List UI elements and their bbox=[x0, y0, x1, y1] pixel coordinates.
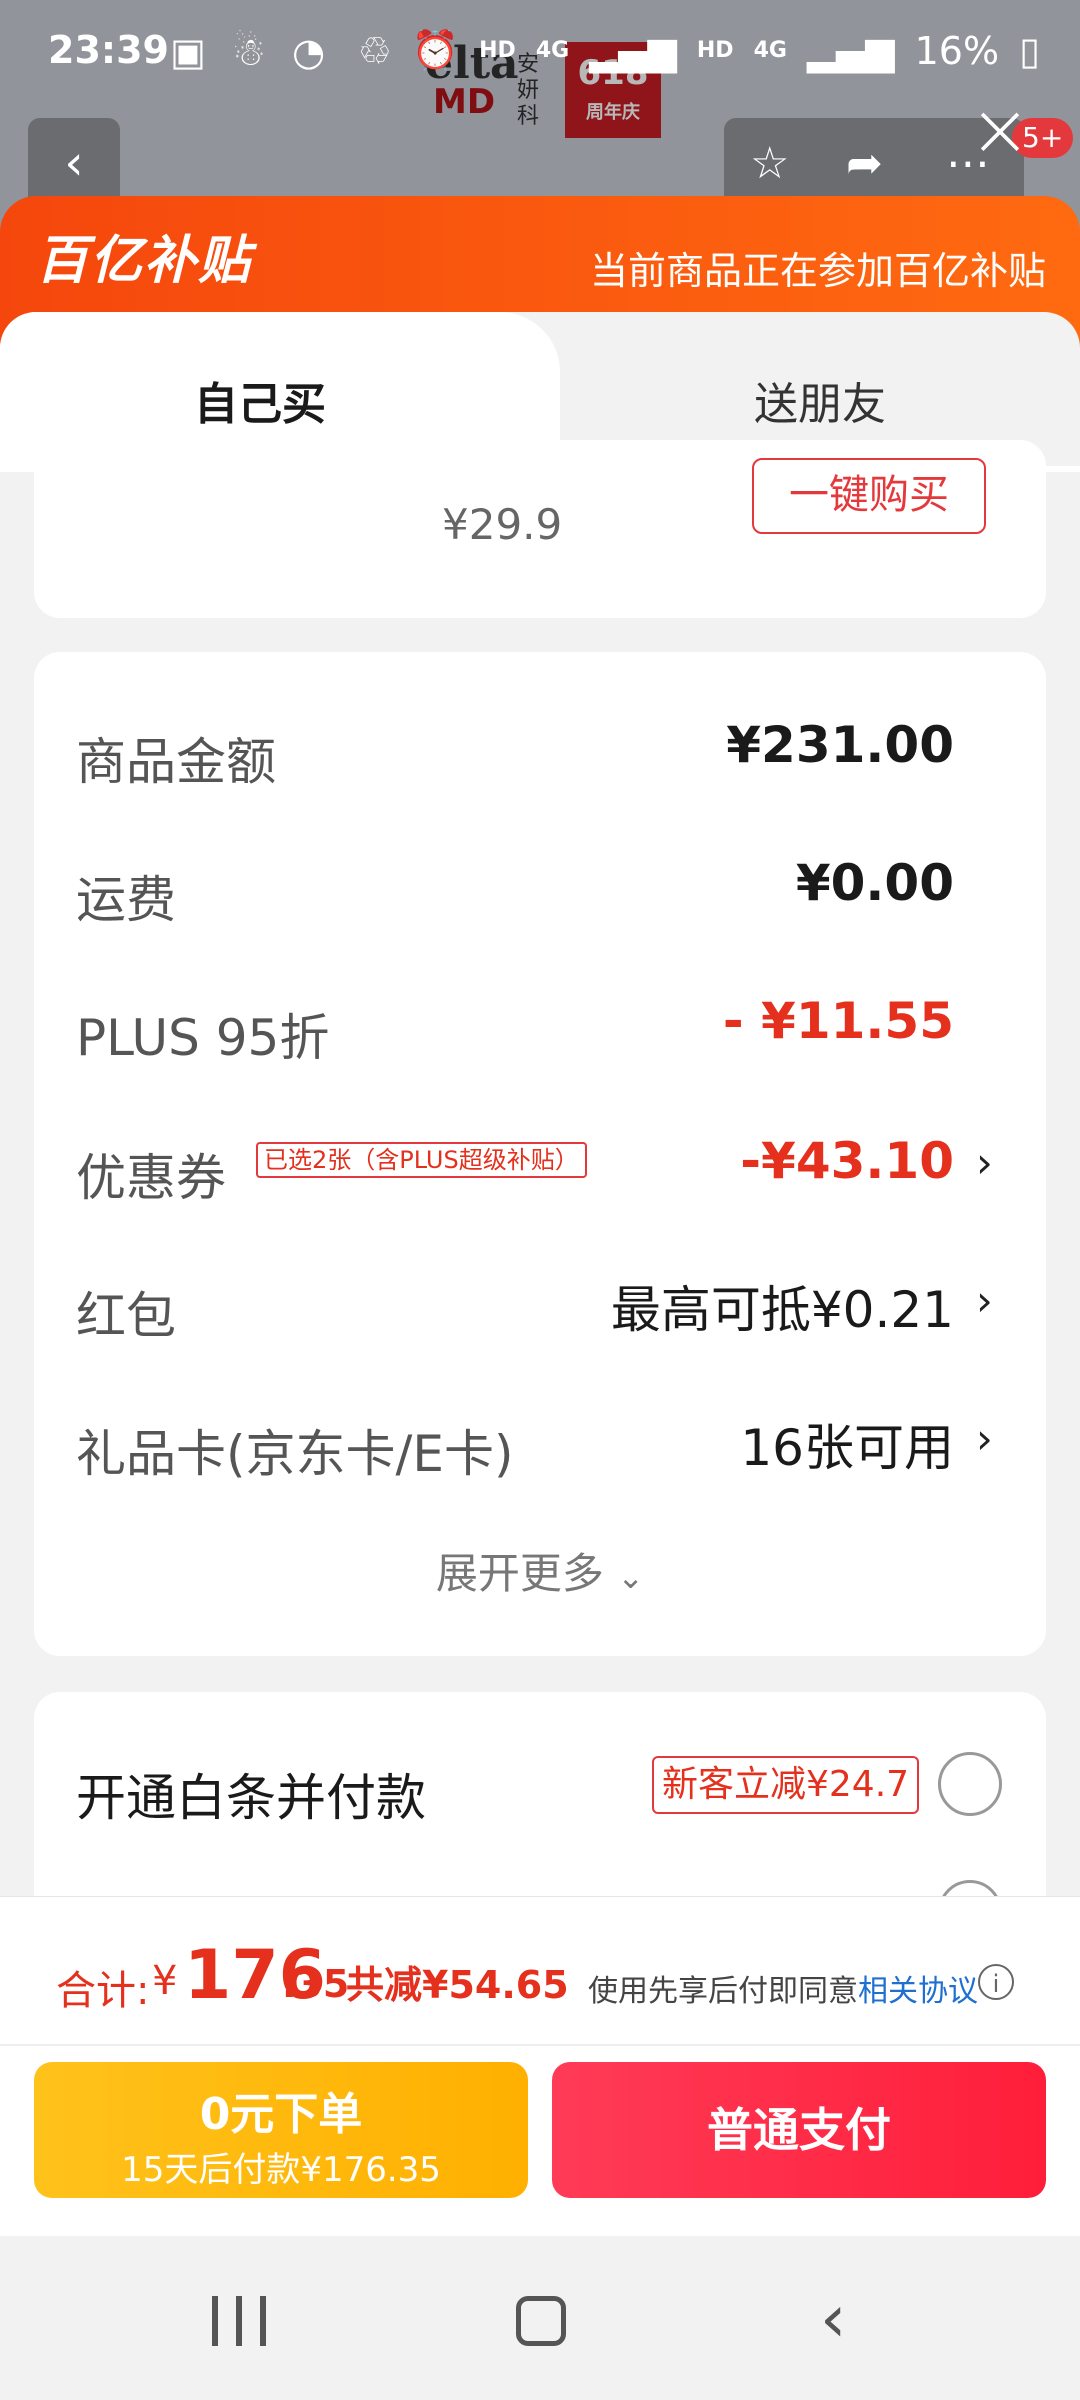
one-click-buy-button[interactable]: 一键购买 bbox=[752, 458, 986, 534]
baitiao-radio[interactable] bbox=[938, 1752, 1002, 1816]
goods-amount-label: 商品金额 bbox=[76, 733, 276, 791]
plus-discount-value: - ¥11.55 bbox=[722, 992, 954, 1050]
status-time: 23:39 bbox=[48, 28, 169, 72]
coupon-value[interactable]: -¥43.10 bbox=[740, 1132, 954, 1190]
agreement-prefix: 使用先享后付即同意 bbox=[588, 1974, 858, 2009]
agreement-link[interactable]: 相关协议 bbox=[858, 1974, 978, 2009]
system-back-icon[interactable]: ‹ bbox=[820, 2280, 846, 2357]
battery-saver-icon: ♲ bbox=[357, 28, 392, 73]
network-hd-1: HD bbox=[479, 38, 516, 63]
status-bar: 23:39 ▣ ☃ ◔ ♲ ⏰ HD 4G ▂▄▆ HD 4G ▂▄▆ 16% … bbox=[0, 0, 1080, 100]
expand-more-button[interactable]: 展开更多 ⌄ bbox=[0, 1540, 1080, 1601]
network-4g-2: 4G bbox=[753, 38, 787, 63]
red-packet-chevron-icon[interactable]: › bbox=[976, 1276, 993, 1325]
pay-later-button[interactable]: 0元下单 15天后付款¥176.35 bbox=[34, 2062, 528, 2198]
divider bbox=[0, 2044, 1080, 2046]
network-hd-2: HD bbox=[696, 38, 734, 63]
shipping-label: 运费 bbox=[76, 871, 176, 929]
alarm-icon: ⏰ bbox=[411, 28, 460, 72]
signal-icon-2: ▂▄▆ bbox=[806, 28, 895, 73]
tab-self-buy-label[interactable]: 自己买 bbox=[0, 368, 520, 432]
battery-icon: ▯ bbox=[1019, 28, 1040, 73]
network-4g-1: 4G bbox=[535, 38, 570, 63]
baitiao-option-label[interactable]: 开通白条并付款 bbox=[76, 1758, 426, 1830]
red-packet-label[interactable]: 红包 bbox=[76, 1276, 176, 1348]
info-icon[interactable]: i bbox=[978, 1964, 1014, 2000]
coupon-chevron-icon[interactable]: › bbox=[976, 1138, 993, 1187]
coupon-selected-tag: 已选2张（含PLUS超级补贴） bbox=[256, 1142, 587, 1178]
total-saved: 共减¥54.65 bbox=[346, 1963, 569, 2007]
battery-level: 16% bbox=[914, 28, 1000, 73]
recents-icon[interactable] bbox=[212, 2296, 268, 2346]
close-icon[interactable]: × bbox=[965, 93, 1035, 168]
gift-card-label[interactable]: 礼品卡(京东卡/E卡) bbox=[76, 1414, 513, 1486]
signal-icon: ▂▄▆ bbox=[589, 28, 677, 73]
expand-more-label: 展开更多 bbox=[435, 1549, 604, 1598]
star-icon[interactable]: ☆ bbox=[750, 138, 789, 189]
normal-pay-button[interactable]: 普通支付 bbox=[552, 2062, 1046, 2198]
product-original-price: ¥29.9 bbox=[442, 500, 563, 549]
gift-card-chevron-icon[interactable]: › bbox=[976, 1414, 993, 1463]
pay-later-subtitle: 15天后付款¥176.35 bbox=[121, 2150, 441, 2190]
tab-gift-friend[interactable]: 送朋友 bbox=[560, 368, 1080, 432]
gift-card-value[interactable]: 16张可用 bbox=[740, 1408, 954, 1480]
app-icon: ☃ bbox=[231, 30, 266, 74]
plus-discount-label: PLUS 95折 bbox=[76, 1009, 330, 1067]
pay-later-title: 0元下单 bbox=[199, 2089, 363, 2140]
subsidy-notice: 当前商品正在参加百亿补贴 bbox=[589, 249, 1046, 293]
coupon-label[interactable]: 优惠券 bbox=[76, 1138, 226, 1210]
clock-app-icon: ◔ bbox=[291, 30, 326, 74]
gallery-icon: ▣ bbox=[170, 30, 206, 74]
subsidy-logo: 百亿补贴 bbox=[36, 231, 253, 291]
total-amount-decimal: .35 bbox=[282, 1962, 350, 2006]
shipping-value: ¥0.00 bbox=[795, 854, 954, 912]
share-icon[interactable]: ➦ bbox=[846, 138, 883, 189]
baitiao-promo-tag: 新客立减¥24.7 bbox=[652, 1756, 920, 1814]
chevron-down-icon: ⌄ bbox=[617, 1558, 645, 1596]
agreement-text: 使用先享后付即同意相关协议 bbox=[588, 1966, 978, 2010]
red-packet-value[interactable]: 最高可抵¥0.21 bbox=[611, 1270, 954, 1342]
goods-amount-value: ¥231.00 bbox=[726, 716, 954, 774]
home-icon[interactable] bbox=[516, 2296, 566, 2346]
total-label: 合计: bbox=[56, 1968, 150, 2014]
total-currency: ¥ bbox=[152, 1958, 178, 2004]
status-system-icons: ♲ ⏰ HD 4G ▂▄▆ HD 4G ▂▄▆ 16% ▯ bbox=[358, 28, 1040, 73]
status-notification-icons: ▣ ☃ ◔ bbox=[170, 30, 325, 74]
